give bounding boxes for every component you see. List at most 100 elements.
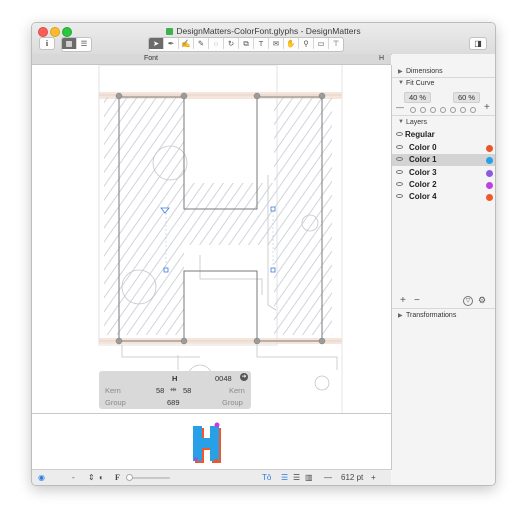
info-icon: i <box>45 39 49 48</box>
layer-name: Color 1 <box>409 155 437 164</box>
stepper-icon[interactable]: ⇕ <box>88 473 95 482</box>
color-swatch <box>486 157 493 164</box>
hand-icon[interactable]: ✋ <box>284 38 299 49</box>
visibility-eye-icon[interactable] <box>396 170 403 174</box>
pen-icon[interactable]: ✒ <box>164 38 179 49</box>
scale-icon[interactable]: ⧉ <box>239 38 254 49</box>
primitives-icon[interactable]: ⊤ <box>329 38 343 49</box>
layer-name: Color 4 <box>409 192 437 201</box>
sidebar-icon: ◨ <box>474 39 482 48</box>
preview-area <box>32 413 392 470</box>
preview-glyph <box>193 422 221 463</box>
text-direction-icon[interactable]: Tō <box>262 473 271 482</box>
grid-view-icon[interactable]: ▦ <box>62 38 77 49</box>
fit-plus-icon[interactable]: + <box>484 102 490 113</box>
text-icon[interactable]: T <box>254 38 269 49</box>
glyph-name[interactable]: H <box>172 374 177 383</box>
layer-color-3[interactable]: Color 3 <box>392 167 495 179</box>
color-swatch <box>486 170 493 177</box>
list-view-icon[interactable]: ☰ <box>77 38 91 49</box>
remove-layer-button[interactable]: − <box>414 295 420 306</box>
edit-canvas[interactable]: H 0048 ➜ Kern 58 ⇹ 58 Kern Group 689 Gro… <box>32 65 392 413</box>
annotation-icon[interactable]: ✉ <box>269 38 284 49</box>
knife-icon[interactable]: ◌ <box>209 38 224 49</box>
view-mode-toggle[interactable]: ▦ ☰ <box>61 37 92 52</box>
eye-icon[interactable]: ◉ <box>38 473 45 482</box>
tab-bar: Font <box>32 54 391 65</box>
dimensions-label: Dimensions <box>406 68 443 75</box>
columns-icon[interactable]: ▥ <box>305 473 313 482</box>
fit-minus-icon[interactable]: — <box>396 103 404 112</box>
glyph-editor <box>98 65 343 413</box>
fit-curve-header[interactable]: ▼ Fit Curve <box>392 78 495 89</box>
glyph-info-box: H 0048 ➜ Kern 58 ⇹ 58 Kern Group 689 Gro… <box>99 371 251 409</box>
sidebar-toggle-button[interactable]: ◨ <box>469 37 487 50</box>
visibility-eye-icon[interactable] <box>396 132 403 136</box>
layer-color-1[interactable]: Color 1 <box>392 154 495 166</box>
add-layer-button[interactable]: + <box>400 295 406 306</box>
layer-color-4[interactable]: Color 4 <box>392 191 495 203</box>
title-bar: DesignMatters-ColorFont.glyphs - DesignM… <box>32 23 495 55</box>
palette-panel: ▶ Dimensions ▼ Fit Curve 40 % 60 % — + ▼… <box>392 54 495 485</box>
fit-curve-value-b[interactable]: 60 % <box>453 92 480 103</box>
zoom-out-button[interactable]: — <box>324 473 332 482</box>
unicode-value[interactable]: 0048 <box>215 374 232 383</box>
font-icon[interactable]: F <box>115 473 120 482</box>
contrast-icon[interactable]: ◐ <box>99 473 104 482</box>
zoom-icon[interactable]: ⚲ <box>299 38 314 49</box>
layer-color-0[interactable]: Color 0 <box>392 142 495 154</box>
align-left-icon[interactable]: ☰ <box>281 473 288 482</box>
link-metrics-icon[interactable]: ⇹ <box>170 385 177 394</box>
width-value[interactable]: 689 <box>167 398 180 407</box>
app-window: DesignMatters-ColorFont.glyphs - DesignM… <box>31 22 496 486</box>
disclosure-closed-icon: ▶ <box>398 69 403 75</box>
kern-label-right: Kern <box>229 386 245 395</box>
layer-name: Color 2 <box>409 180 437 189</box>
slider-knob[interactable] <box>126 474 133 481</box>
draw-icon[interactable]: ✍ <box>179 38 194 49</box>
measure-icon[interactable]: ▭ <box>314 38 329 49</box>
tab-glyph-h[interactable]: H <box>379 55 384 62</box>
rsb-value[interactable]: 58 <box>183 386 191 395</box>
zoom-in-button[interactable]: + <box>371 473 376 482</box>
fit-curve-steps[interactable]: — + <box>396 102 492 113</box>
disclosure-closed-icon: ▶ <box>398 313 403 319</box>
gear-icon[interactable]: ⚙ <box>478 295 486 306</box>
fit-curve-label: Fit Curve <box>406 80 435 87</box>
transformations-header[interactable]: ▶ Transformations <box>392 310 495 321</box>
layer-master[interactable]: Regular <box>392 129 495 141</box>
pencil-icon[interactable]: ✎ <box>194 38 209 49</box>
group-label-right: Group <box>222 398 243 407</box>
group-label-left: Group <box>105 398 126 407</box>
visibility-eye-icon[interactable] <box>396 182 403 186</box>
fit-curve-value-a[interactable]: 40 % <box>404 92 431 103</box>
layers-label: Layers <box>406 119 428 126</box>
layers-header[interactable]: ▼ Layers <box>392 117 495 128</box>
tab-font[interactable]: Font <box>144 55 158 62</box>
dimensions-header[interactable]: ▶ Dimensions <box>392 66 495 78</box>
lsb-value[interactable]: 58 <box>156 386 164 395</box>
layer-dash[interactable]: - <box>72 473 75 482</box>
document-icon <box>166 28 174 35</box>
layer-name: Color 0 <box>409 143 437 152</box>
color-swatch <box>486 194 493 201</box>
kern-label-left: Kern <box>105 386 121 395</box>
window-title-text: DesignMatters-ColorFont.glyphs - DesignM… <box>176 26 361 36</box>
zoom-level[interactable]: 612 pt <box>341 473 363 482</box>
select-icon[interactable]: ➤ <box>149 38 164 49</box>
info-button[interactable]: i <box>39 37 55 50</box>
layer-name: Color 3 <box>409 168 437 177</box>
window-title: DesignMatters-ColorFont.glyphs - DesignM… <box>32 26 495 36</box>
disclosure-open-icon: ▼ <box>398 119 404 125</box>
align-right-icon[interactable]: ☰ <box>293 473 300 482</box>
color-swatch <box>486 182 493 189</box>
filter-icon[interactable]: ▽ <box>463 296 473 306</box>
layer-color-2[interactable]: Color 2 <box>392 179 495 191</box>
preview-size-slider[interactable] <box>126 474 170 481</box>
color-swatch <box>486 145 493 152</box>
visibility-eye-icon[interactable] <box>396 157 403 161</box>
info-arrow-icon[interactable]: ➜ <box>240 373 248 381</box>
visibility-eye-icon[interactable] <box>396 194 403 198</box>
visibility-eye-icon[interactable] <box>396 145 403 149</box>
rotate-icon[interactable]: ↻ <box>224 38 239 49</box>
